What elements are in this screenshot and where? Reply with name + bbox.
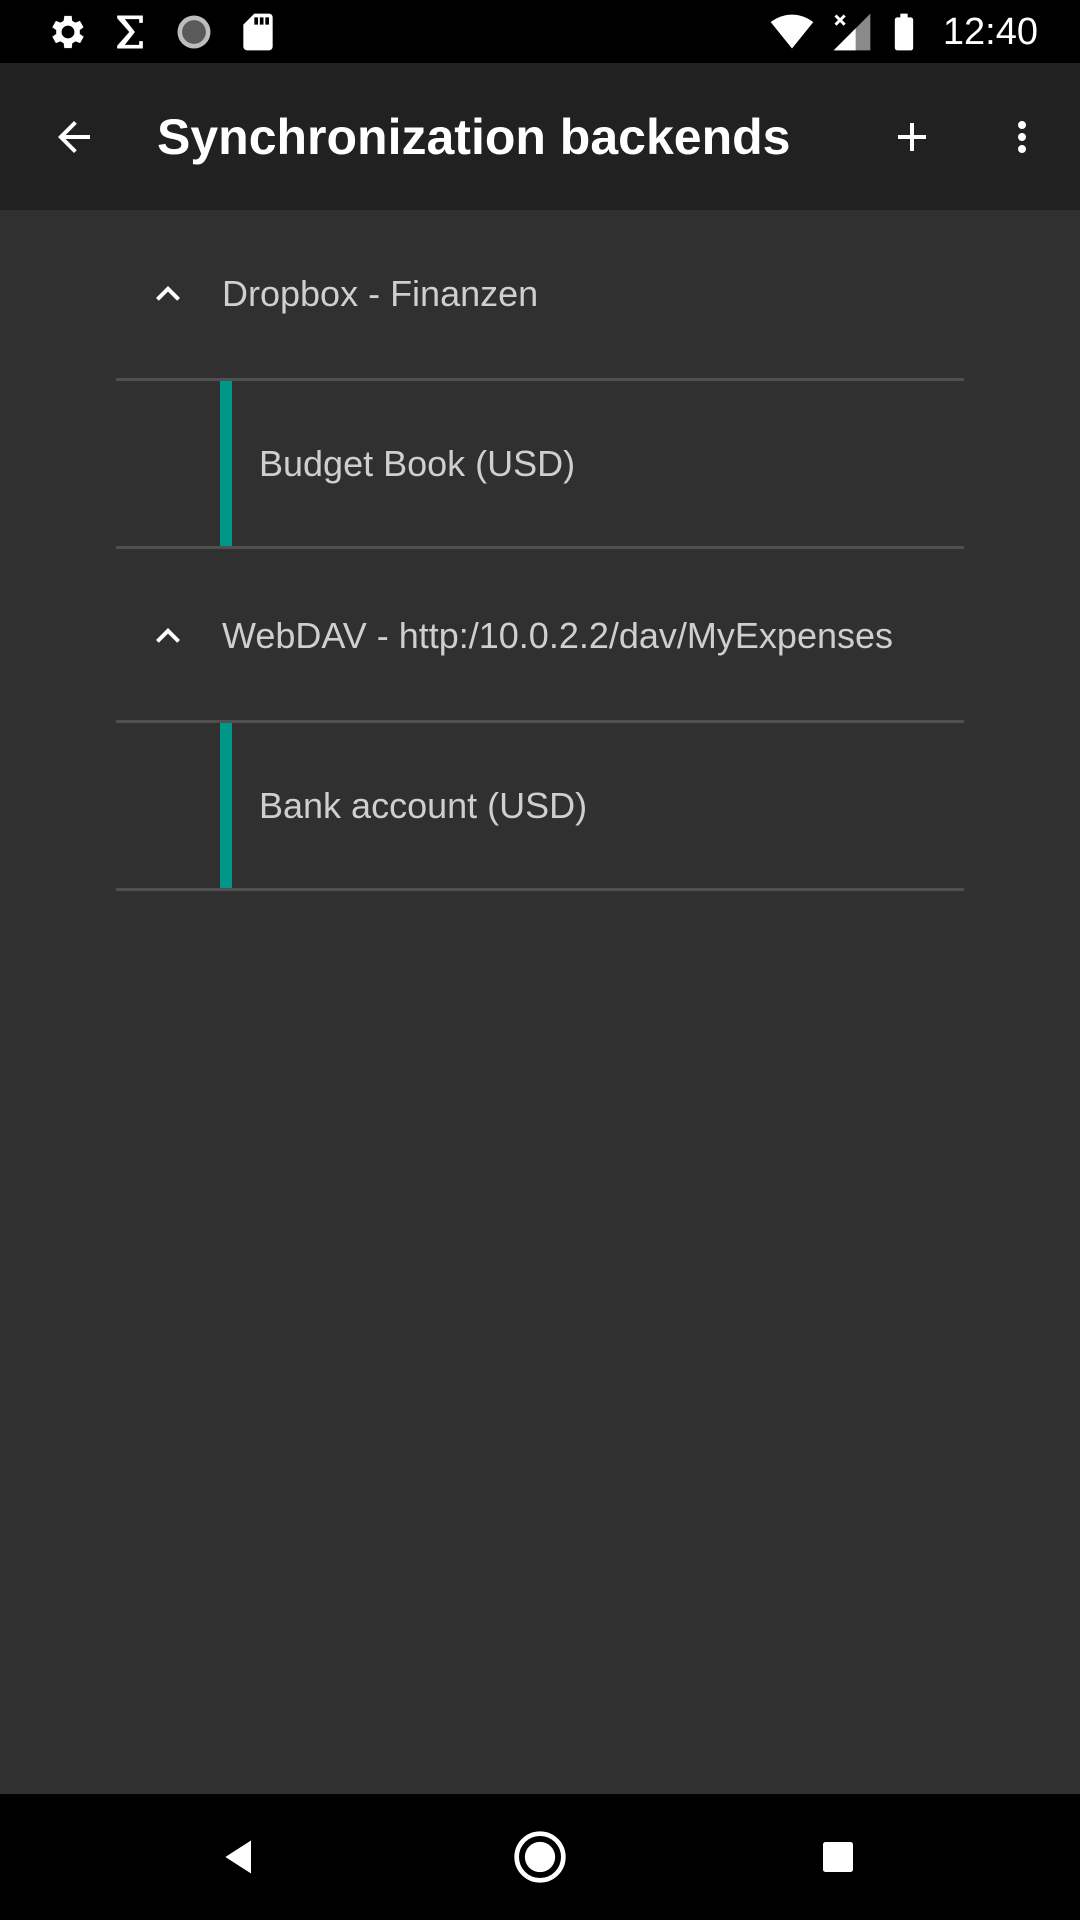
status-bar: 12:40: [0, 0, 1080, 63]
nav-back-button[interactable]: [204, 1821, 276, 1893]
status-time: 12:40: [942, 11, 1038, 53]
group-header-dropbox[interactable]: Dropbox - Finanzen: [116, 210, 964, 378]
page-title: Synchronization backends: [157, 109, 791, 165]
divider: [116, 888, 964, 891]
navigation-bar: [0, 1794, 1080, 1920]
wifi-icon: [770, 10, 814, 54]
screen: 12:40 Synchronization backends Dropbox -…: [0, 0, 1080, 1920]
backend-list: Dropbox - Finanzen Budget Book (USD) Web…: [0, 210, 1080, 1794]
group-title: Dropbox - Finanzen: [222, 273, 539, 314]
chevron-up-icon: [144, 612, 192, 660]
back-arrow-icon: [58, 121, 90, 153]
account-label: Bank account (USD): [259, 785, 588, 826]
group-header-webdav[interactable]: WebDAV - http:/10.0.2.2/dav/MyExpenses: [116, 552, 964, 720]
nav-back-icon: [225, 1840, 251, 1874]
back-button[interactable]: [38, 101, 110, 173]
add-icon: [898, 123, 926, 151]
battery-icon: [882, 10, 926, 54]
group-title: WebDAV - http:/10.0.2.2/dav/MyExpenses: [222, 615, 894, 656]
list-item-budget-book[interactable]: Budget Book (USD): [116, 381, 964, 546]
settings-icon: [46, 10, 90, 54]
sync-progress-icon: [172, 10, 216, 54]
color-indicator: [220, 723, 232, 888]
list-item-bank-account[interactable]: Bank account (USD): [116, 723, 964, 888]
more-options-button[interactable]: [986, 101, 1058, 173]
divider: [116, 546, 964, 549]
nav-recents-button[interactable]: [802, 1821, 874, 1893]
app-bar: Synchronization backends: [0, 63, 1080, 210]
more-vert-icon: [1018, 121, 1026, 153]
add-button[interactable]: [876, 101, 948, 173]
sd-card-icon: [236, 10, 280, 54]
color-indicator: [220, 381, 232, 546]
nav-recents-icon: [823, 1842, 853, 1872]
chevron-up-icon: [144, 270, 192, 318]
account-label: Budget Book (USD): [259, 443, 576, 484]
nav-home-icon: [514, 1831, 566, 1883]
signal-icon: [830, 10, 874, 54]
nav-home-button[interactable]: [504, 1821, 576, 1893]
sigma-icon: [108, 10, 152, 54]
